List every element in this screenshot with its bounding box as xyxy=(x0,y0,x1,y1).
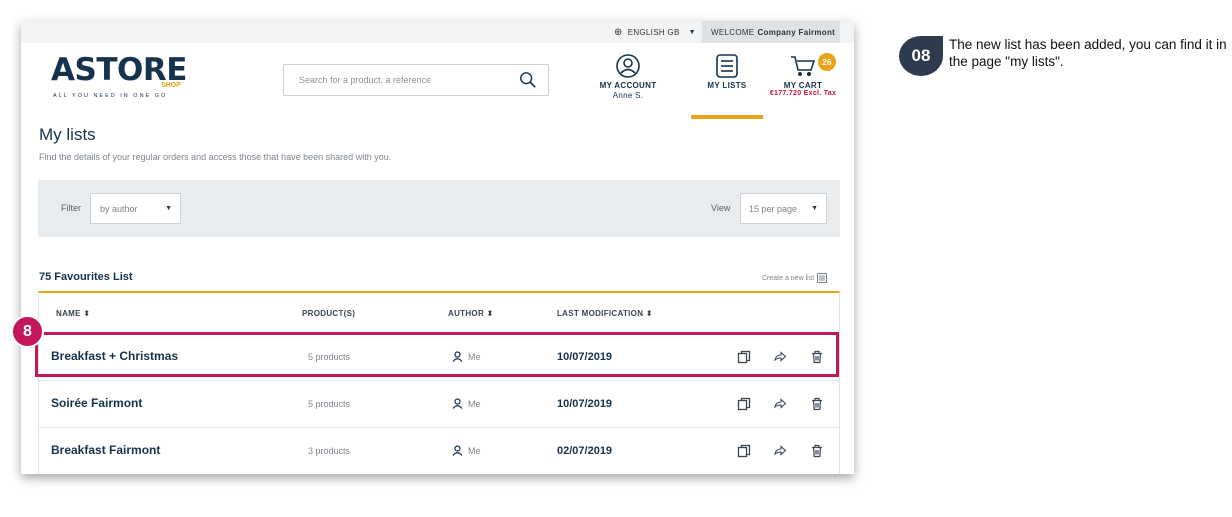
list-date: 10/07/2019 xyxy=(557,398,613,410)
annotation-step-badge: 08 xyxy=(899,36,943,76)
utility-bar: ⊕ ENGLISH GB ▼ WELCOME Company Fairmont xyxy=(21,21,854,43)
col-author-header[interactable]: AUTHOR ⬍ xyxy=(448,309,494,318)
language-selector[interactable]: ⊕ ENGLISH GB ▼ xyxy=(604,21,702,43)
caret-down-icon: ▼ xyxy=(688,28,696,36)
table-row[interactable]: Breakfast Fairmont 3 products Me 02/07/2… xyxy=(39,427,839,474)
user-circle-icon xyxy=(616,54,640,78)
nav-my-account[interactable]: MY ACCOUNT Anne S. xyxy=(594,53,662,100)
col-name-header[interactable]: NAME ⬍ xyxy=(56,309,90,318)
account-label: MY ACCOUNT xyxy=(599,81,657,90)
logo-shop: SHOP xyxy=(161,82,181,89)
welcome-banner: WELCOME Company Fairmont xyxy=(702,21,840,43)
cart-icon xyxy=(791,56,816,76)
view-value: 15 per page xyxy=(749,203,798,214)
share-icon[interactable] xyxy=(773,397,787,411)
account-user: Anne S. xyxy=(612,91,644,100)
logo-wordmark: ASTORE xyxy=(51,52,187,88)
cart-price: €177.720 Excl. Tax xyxy=(769,90,837,97)
trash-icon[interactable] xyxy=(810,444,824,458)
annotation-text: The new list has been added, you can fin… xyxy=(949,37,1227,69)
cart-count-badge: 26 xyxy=(818,53,836,71)
page-subtitle: Find the details of your regular orders … xyxy=(39,152,392,162)
list-date: 02/07/2019 xyxy=(557,445,613,457)
list-icon xyxy=(716,54,738,78)
favourites-count: 75 Favourites List xyxy=(39,271,133,283)
browser-frame: ⊕ ENGLISH GB ▼ WELCOME Company Fairmont … xyxy=(21,21,854,474)
list-products: 3 products xyxy=(308,446,351,456)
create-link-label: Create a new list xyxy=(762,274,815,282)
caret-down-icon: ▼ xyxy=(165,205,172,212)
step-marker: 8 xyxy=(11,315,44,348)
logo-tagline: ALL YOU NEED IN ONE GO xyxy=(53,93,168,99)
table-row[interactable]: Soirée Fairmont 5 products Me 10/07/2019 xyxy=(39,380,839,427)
globe-icon: ⊕ xyxy=(614,26,623,38)
search-input[interactable]: Search for a product, a reference xyxy=(283,64,549,96)
site-logo[interactable]: ASTORE SHOP ALL YOU NEED IN ONE GO xyxy=(51,55,191,105)
view-per-page-select[interactable]: 15 per page ▼ xyxy=(740,193,827,224)
search-placeholder: Search for a product, a reference xyxy=(299,75,432,85)
nav-my-cart[interactable]: 26 MY CART €177.720 Excl. Tax xyxy=(763,53,843,97)
filter-value: by author xyxy=(100,203,138,214)
list-name[interactable]: Breakfast Fairmont xyxy=(51,443,160,457)
filter-bar: Filter by author ▼ View 15 per page ▼ xyxy=(38,180,840,237)
trash-icon[interactable] xyxy=(810,397,824,411)
nav-my-lists[interactable]: MY LISTS xyxy=(691,53,763,119)
view-label: View xyxy=(711,203,731,213)
list-author: Me xyxy=(452,445,481,456)
lists-label: MY LISTS xyxy=(707,81,747,90)
lists-table: NAME ⬍ PRODUCT(S) AUTHOR ⬍ LAST MODIFICA… xyxy=(38,291,840,474)
duplicate-icon[interactable] xyxy=(737,397,751,411)
col-products-header: PRODUCT(S) xyxy=(302,309,356,318)
filter-label: Filter xyxy=(61,203,81,213)
search-icon[interactable] xyxy=(519,71,537,89)
user-icon xyxy=(452,445,463,456)
language-label: ENGLISH GB xyxy=(627,27,680,37)
add-list-icon xyxy=(817,273,828,283)
share-icon[interactable] xyxy=(773,444,787,458)
list-name[interactable]: Soirée Fairmont xyxy=(51,396,142,410)
new-list-highlight xyxy=(35,332,839,377)
author-name: Me xyxy=(468,398,481,409)
duplicate-icon[interactable] xyxy=(737,444,751,458)
welcome-company: Company Fairmont xyxy=(757,27,836,37)
caret-down-icon: ▼ xyxy=(811,205,818,212)
create-new-list-link[interactable]: Create a new list xyxy=(762,273,828,283)
table-header: NAME ⬍ PRODUCT(S) AUTHOR ⬍ LAST MODIFICA… xyxy=(39,293,839,333)
col-modification-header[interactable]: LAST MODIFICATION ⬍ xyxy=(557,309,653,318)
page-title: My lists xyxy=(39,125,96,144)
filter-select[interactable]: by author ▼ xyxy=(90,193,181,224)
cart-label: MY CART xyxy=(783,81,823,90)
user-icon xyxy=(452,398,463,409)
author-name: Me xyxy=(468,445,481,456)
welcome-prefix: WELCOME xyxy=(711,27,755,37)
list-products: 5 products xyxy=(308,399,351,409)
list-author: Me xyxy=(452,398,481,409)
